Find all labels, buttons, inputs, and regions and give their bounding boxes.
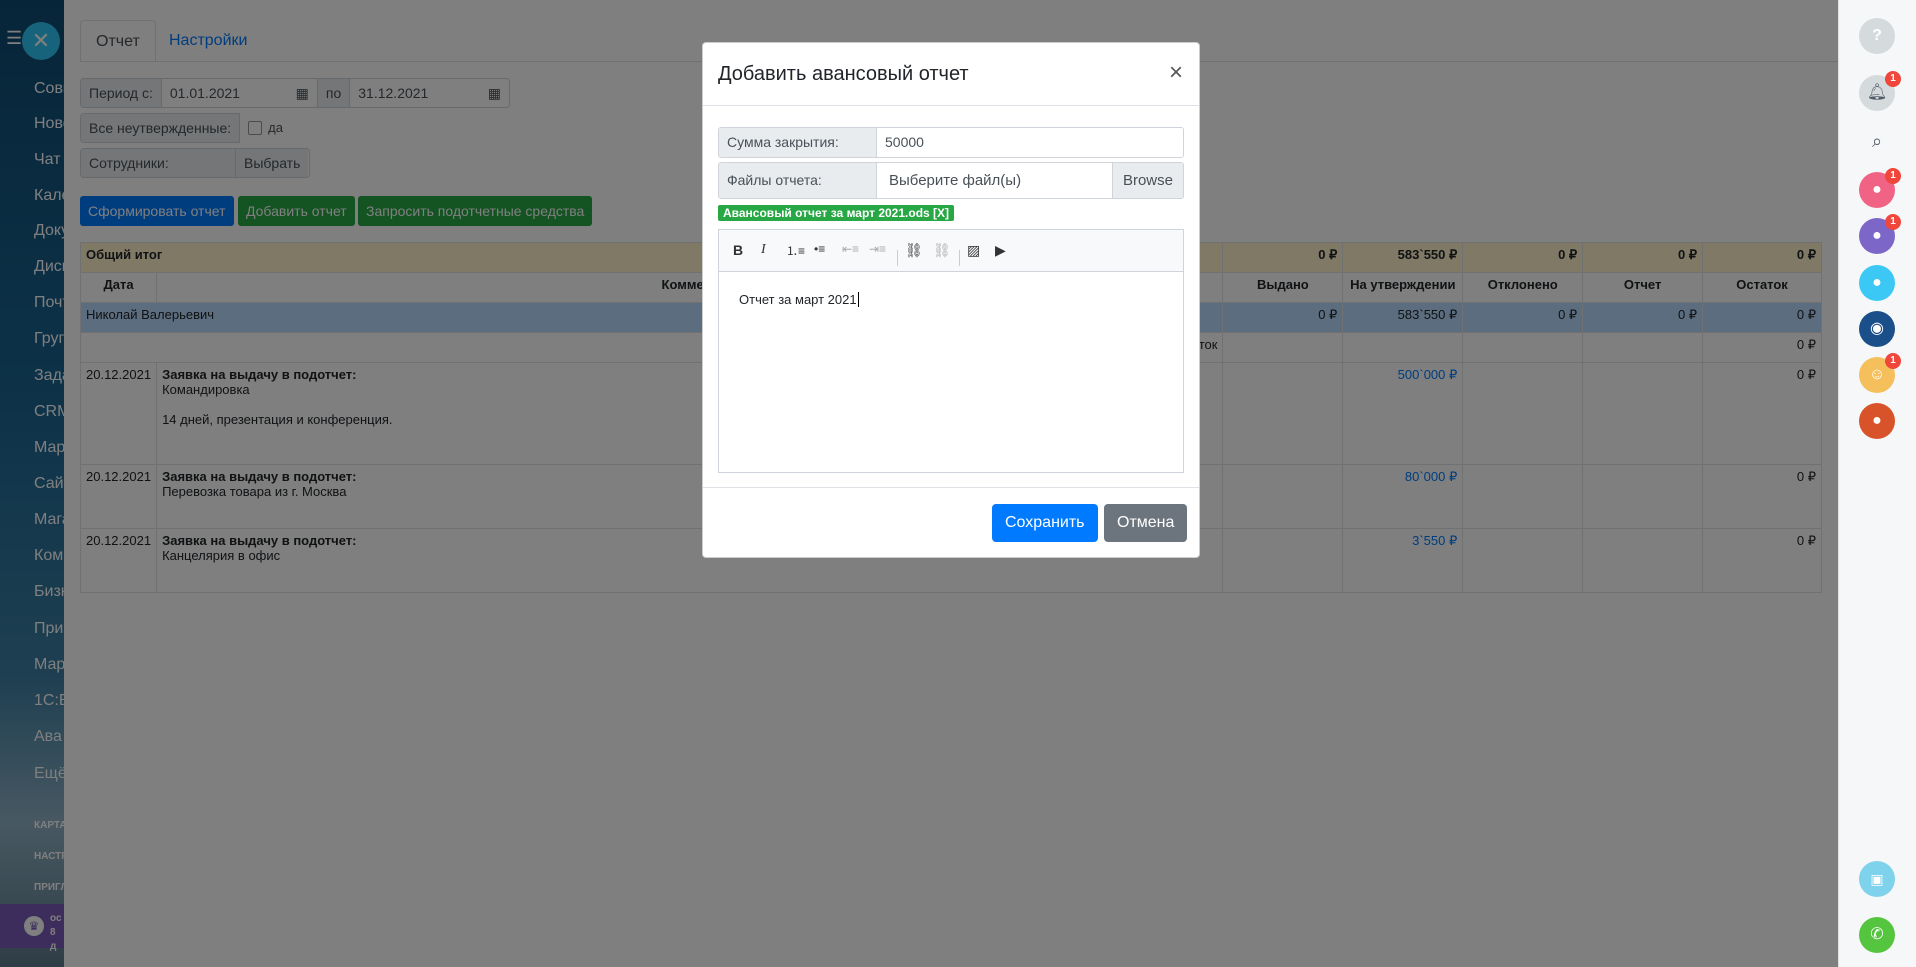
phone-icon[interactable]: ✆ xyxy=(1859,917,1895,953)
search-icon[interactable]: ⌕ xyxy=(1859,123,1895,159)
screen-share-icon[interactable]: ▣ xyxy=(1859,861,1895,897)
indent-icon[interactable]: ⇥≡ xyxy=(869,242,886,256)
cancel-button[interactable]: Отмена xyxy=(1104,504,1188,542)
bullet-list-icon[interactable]: •≡ xyxy=(814,242,825,256)
files-input-group: Файлы отчета: Выберите файл(ы) Browse xyxy=(718,162,1184,199)
editor-text: Отчет за март 2021 xyxy=(739,292,857,307)
group-chat-icon[interactable]: ◉ xyxy=(1859,311,1895,347)
chat-badge: 1 xyxy=(1885,214,1901,230)
rich-text-editor: B I ⒈≡ •≡ ⇤≡ ⇥≡ ⛓︎ ⛓︎ ▨ ▶ Отчет за март … xyxy=(718,229,1184,473)
files-label: Файлы отчета: xyxy=(719,163,877,198)
right-sidebar: ? 🔔︎ 1 ⌕ ● 1 ● 1 ● ◉ ☺ 1 ● ▣ ✆ xyxy=(1838,0,1916,967)
toolbar-divider xyxy=(959,250,960,266)
outdent-icon[interactable]: ⇤≡ xyxy=(842,242,859,256)
save-button[interactable]: Сохранить xyxy=(992,504,1098,542)
help-icon[interactable]: ? xyxy=(1859,18,1895,54)
unlink-icon[interactable]: ⛓︎ xyxy=(933,242,951,259)
sum-label: Сумма закрытия: xyxy=(719,128,877,157)
editor-content[interactable]: Отчет за март 2021 xyxy=(719,272,1183,327)
add-report-modal: Добавить авансовый отчет × Сумма закрыти… xyxy=(702,42,1200,558)
modal-header: Добавить авансовый отчет × xyxy=(703,43,1199,106)
attached-file-tag[interactable]: Авансовый отчет за март 2021.ods [X] xyxy=(718,205,955,221)
modal-title: Добавить авансовый отчет xyxy=(718,63,969,85)
sum-input-group: Сумма закрытия: 50000 xyxy=(718,127,1184,158)
notification-badge: 1 xyxy=(1885,71,1901,87)
bold-icon[interactable]: B xyxy=(733,242,743,258)
user-avatar-icon[interactable]: ● xyxy=(1859,403,1895,439)
user-avatar-icon[interactable]: ☺ 1 xyxy=(1859,353,1901,393)
toolbar-divider xyxy=(897,250,898,266)
editor-toolbar: B I ⒈≡ •≡ ⇤≡ ⇥≡ ⛓︎ ⛓︎ ▨ ▶ xyxy=(719,230,1183,272)
sum-input[interactable]: 50000 xyxy=(877,128,1183,157)
link-icon[interactable]: ⛓︎ xyxy=(905,242,923,259)
user-clock-icon[interactable]: ● xyxy=(1859,265,1895,301)
modal-footer: Сохранить Отмена xyxy=(703,487,1199,559)
close-icon[interactable]: × xyxy=(1169,59,1183,87)
browse-button[interactable]: Browse xyxy=(1111,163,1183,198)
italic-icon[interactable]: I xyxy=(761,242,766,258)
chat-avatar-icon[interactable]: ● 1 xyxy=(1859,214,1901,254)
text-cursor xyxy=(857,292,859,307)
chat-badge: 1 xyxy=(1885,353,1901,369)
image-icon[interactable]: ▨ xyxy=(967,242,980,259)
ordered-list-icon[interactable]: ⒈≡ xyxy=(786,242,805,259)
video-icon[interactable]: ▶ xyxy=(995,242,1006,259)
bell-icon[interactable]: 🔔︎ 1 xyxy=(1859,71,1901,111)
chat-avatar-icon[interactable]: ● 1 xyxy=(1859,168,1901,208)
chat-badge: 1 xyxy=(1885,168,1901,184)
files-input[interactable]: Выберите файл(ы) xyxy=(877,163,1112,198)
